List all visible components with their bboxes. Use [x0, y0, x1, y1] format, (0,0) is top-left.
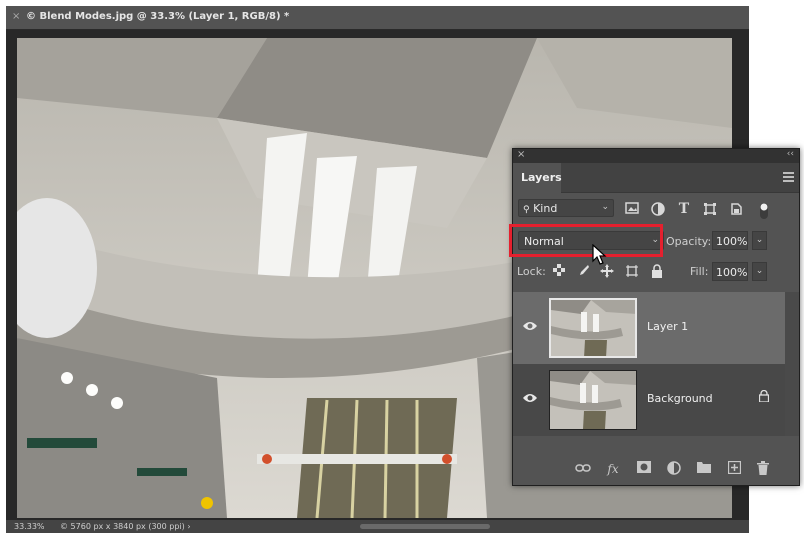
tab-layers[interactable]: Layers — [513, 163, 562, 193]
fill-input[interactable]: 100% — [712, 262, 748, 281]
close-icon[interactable]: × — [517, 149, 525, 160]
panel-bottom-bar: fx — [513, 454, 799, 484]
highlight-box — [509, 224, 663, 257]
fx-icon[interactable]: fx — [605, 461, 621, 477]
info-arrow-icon[interactable]: › — [187, 522, 190, 531]
opacity-dropdown[interactable]: ⌄ — [752, 231, 767, 250]
image-icon[interactable] — [625, 202, 639, 216]
filter-row: ⚲ Kind ⌄ T — [513, 194, 801, 223]
blend-row: Normal ⌄ Opacity: 100% ⌄ — [509, 224, 801, 265]
fill-adjustment-icon[interactable] — [666, 461, 682, 477]
lock-pixels-icon[interactable] — [576, 264, 590, 278]
new-layer-icon[interactable] — [726, 460, 742, 477]
group-folder-icon[interactable] — [696, 461, 712, 477]
layer-name[interactable]: Background — [647, 392, 713, 405]
lock-transparent-icon[interactable] — [552, 264, 566, 278]
trash-icon[interactable] — [755, 461, 771, 477]
panel-header: × ‹‹ — [513, 149, 799, 163]
layer-row-layer-1[interactable]: Layer 1 — [513, 292, 785, 364]
type-icon[interactable]: T — [677, 202, 691, 216]
layers-scrollbar[interactable] — [785, 292, 799, 436]
eye-icon[interactable] — [523, 392, 537, 404]
document-title: © Blend Modes.jpg @ 33.3% (Layer 1, RGB/… — [26, 11, 290, 22]
horizontal-scrollbar[interactable] — [360, 524, 490, 529]
filter-kind-label: Kind — [533, 202, 558, 215]
mask-icon[interactable] — [636, 461, 652, 477]
close-icon[interactable]: × — [12, 11, 20, 22]
lock-icon[interactable] — [759, 390, 769, 402]
opacity-input[interactable]: 100% — [712, 231, 748, 250]
layers-list: Layer 1 Background — [513, 292, 785, 436]
layer-row-background[interactable]: Background — [513, 364, 785, 436]
adjustment-icon[interactable] — [651, 202, 665, 216]
layer-thumbnail — [549, 298, 637, 358]
lock-artboard-icon[interactable] — [625, 264, 639, 278]
layers-panel: × ‹‹ Layers ⚲ Kind ⌄ T Normal ⌄ Opacity:… — [509, 148, 801, 486]
lock-row: Lock: Fill: 100% ⌄ — [513, 260, 801, 284]
panel-tab-bar: Layers — [513, 163, 799, 193]
document-info-text: © 5760 px x 3840 px (300 ppi) — [60, 522, 185, 531]
shape-icon[interactable] — [703, 202, 717, 216]
filter-kind-select[interactable]: ⚲ Kind ⌄ — [518, 199, 614, 217]
status-bar: 33.33% © 5760 px x 3840 px (300 ppi) › — [6, 520, 749, 533]
lock-label: Lock: — [517, 265, 546, 278]
zoom-level[interactable]: 33.33% — [14, 522, 45, 531]
document-info: © 5760 px x 3840 px (300 ppi) › — [60, 522, 191, 531]
search-icon: ⚲ — [523, 205, 530, 215]
collapse-icon[interactable]: ‹‹ — [787, 149, 794, 159]
toggle-icon[interactable] — [757, 202, 771, 219]
lock-position-icon[interactable] — [600, 264, 614, 278]
panel-menu-icon[interactable] — [783, 172, 794, 182]
chevron-down-icon: ⌄ — [601, 202, 609, 212]
link-icon[interactable] — [575, 461, 591, 477]
opacity-label: Opacity: — [666, 235, 712, 248]
lock-all-icon[interactable] — [650, 264, 664, 278]
layer-thumbnail — [549, 370, 637, 430]
fill-dropdown[interactable]: ⌄ — [752, 262, 767, 281]
layer-name[interactable]: Layer 1 — [647, 320, 688, 333]
smart-object-icon[interactable] — [729, 202, 743, 216]
fill-label: Fill: — [690, 265, 709, 278]
document-tab[interactable]: × © Blend Modes.jpg @ 33.3% (Layer 1, RG… — [6, 6, 749, 30]
eye-icon[interactable] — [523, 320, 537, 332]
